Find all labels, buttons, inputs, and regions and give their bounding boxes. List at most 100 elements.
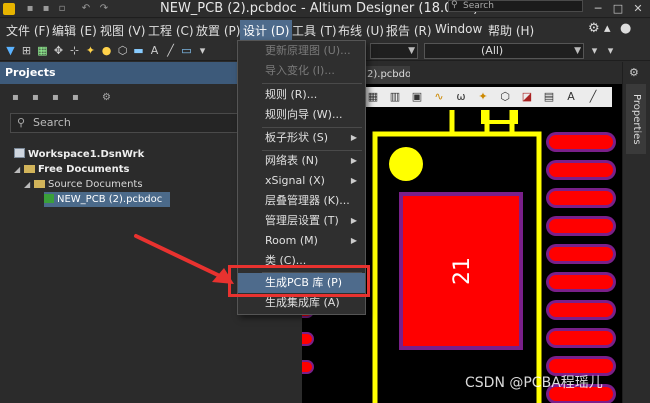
menu-rules[interactable]: 规则 (R)... <box>238 85 365 105</box>
folder-icon <box>34 180 45 188</box>
submenu-arrow-icon: ▶ <box>350 156 357 165</box>
line-icon[interactable]: ╱ <box>586 89 600 104</box>
search-placeholder: Search <box>463 1 494 11</box>
project-settings-icon[interactable]: ⚙ <box>102 92 114 104</box>
text-icon[interactable]: A <box>148 44 161 57</box>
menu-route[interactable]: 布线 (U) <box>338 22 384 39</box>
submenu-arrow-icon: ▶ <box>350 216 357 225</box>
maximize-button[interactable]: □ <box>608 0 628 18</box>
select-icon[interactable]: ▦ <box>36 44 49 57</box>
toggle-icon[interactable]: ▾ <box>588 44 601 57</box>
save-all-icon[interactable]: ▪ <box>40 3 52 15</box>
menu-window[interactable]: Window <box>435 22 482 36</box>
view-icon[interactable]: ▾ <box>604 44 617 57</box>
menu-manage-layer-sets[interactable]: 管理层设置 (T) ▶ <box>238 211 365 231</box>
menu-bar: 文件 (F) 编辑 (E) 视图 (V) 工程 (C) 放置 (P) 设计 (D… <box>0 19 650 41</box>
menu-xsignal[interactable]: xSignal (X) ▶ <box>238 171 365 191</box>
projects-search-placeholder: Search <box>33 116 71 129</box>
place-via-icon[interactable]: ● <box>100 44 113 57</box>
align-icon[interactable]: ⊹ <box>68 44 81 57</box>
global-search-input[interactable]: ⚲ Search <box>448 0 583 12</box>
minimize-button[interactable]: ─ <box>588 0 608 18</box>
diff-pair-icon[interactable]: ω <box>454 89 468 104</box>
submenu-arrow-icon: ▶ <box>350 236 357 245</box>
menu-reports[interactable]: 报告 (R) <box>386 22 432 39</box>
submenu-arrow-icon: ▶ <box>350 176 357 185</box>
document-tab[interactable]: 2).pcbdoc <box>364 66 410 84</box>
keepout-icon[interactable]: ◪ <box>520 89 534 104</box>
save-icon[interactable]: ▪ <box>24 3 36 15</box>
open-icon[interactable]: ▫ <box>56 3 68 15</box>
filter-icon[interactable]: ▼ <box>4 44 17 57</box>
submenu-arrow-icon: ▶ <box>350 133 357 142</box>
search-icon: ⚲ <box>451 0 458 10</box>
menu-update-schematic[interactable]: 更新原理图 (U)... <box>238 41 365 61</box>
pad-designator: 21 <box>450 257 475 285</box>
watermark: CSDN @PCBA程瑶儿 <box>465 375 603 391</box>
menu-edit[interactable]: 编辑 (E) <box>52 22 97 39</box>
menu-project[interactable]: 工程 (C) <box>148 22 194 39</box>
more-tools-icon[interactable]: ▾ <box>196 44 209 57</box>
component-icon[interactable]: ▣ <box>410 89 424 104</box>
dimension-icon[interactable]: ▤ <box>542 89 556 104</box>
menu-design[interactable]: 设计 (D) <box>240 20 293 41</box>
notifications-icon[interactable]: ▴ <box>604 21 611 36</box>
workspace-icon <box>14 148 25 158</box>
tree-free-documents[interactable]: ◢ Free Documents <box>14 162 129 177</box>
bar-chart-icon[interactable]: ▥ <box>388 89 402 104</box>
redo-icon[interactable]: ↷ <box>98 3 110 15</box>
tree-workspace[interactable]: Workspace1.DsnWrk <box>14 147 144 162</box>
place-component-icon[interactable]: ✦ <box>84 44 97 57</box>
open-folder-icon[interactable]: ▪ <box>52 92 64 104</box>
close-button[interactable]: ✕ <box>628 0 648 18</box>
panels-gear-icon[interactable]: ⚙ <box>629 66 639 79</box>
annotation-arrow-icon <box>134 234 234 284</box>
menu-help[interactable]: 帮助 (H) <box>488 22 534 39</box>
menu-layer-stack-manager[interactable]: 层叠管理器 (K)... <box>238 191 365 211</box>
chevron-down-icon: ▼ <box>408 46 415 56</box>
polygon-pour-icon[interactable]: ⬡ <box>498 89 512 104</box>
string-icon[interactable]: A <box>564 89 578 104</box>
line-icon[interactable]: ╱ <box>164 44 177 57</box>
select-region-icon[interactable]: ▦ <box>366 89 380 104</box>
search-icon: ⚲ <box>17 116 26 129</box>
menu-rules-wizard[interactable]: 规则向导 (W)... <box>238 105 365 125</box>
menu-board-shape[interactable]: 板子形状 (S) ▶ <box>238 128 365 148</box>
compile-icon[interactable]: ▪ <box>32 92 44 104</box>
route-icon[interactable]: ∿ <box>432 89 446 104</box>
app-logo-icon <box>3 3 15 15</box>
settings-gear-icon[interactable]: ⚙ <box>588 21 600 36</box>
save-project-icon[interactable]: ▪ <box>12 92 24 104</box>
tree-source-documents[interactable]: ◢ Source Documents <box>24 177 143 192</box>
properties-strip: ⚙ Properties <box>622 62 650 403</box>
undo-icon[interactable]: ↶ <box>80 3 92 15</box>
tree-pcb-document[interactable]: NEW_PCB (2).pcbdoc <box>44 192 171 207</box>
pcb-active-bar: ▦ ▥ ▣ ∿ ω ✦ ⬡ ◪ ▤ A ╱ <box>362 87 612 107</box>
move-icon[interactable]: ✥ <box>52 44 65 57</box>
net-filter-combo[interactable]: (All) ▼ <box>424 43 584 59</box>
menu-netlist[interactable]: 网络表 (N) ▶ <box>238 151 365 171</box>
window-title: NEW_PCB (2).pcbdoc - Altium Designer (18… <box>160 1 479 16</box>
right-pad-column <box>546 132 616 403</box>
menu-room[interactable]: Room (M) ▶ <box>238 231 365 251</box>
menu-file[interactable]: 文件 (F) <box>6 22 50 39</box>
fill-icon[interactable]: ▬ <box>132 44 145 57</box>
measure-icon[interactable]: ▭ <box>180 44 193 57</box>
expand-triangle-icon[interactable]: ◢ <box>24 177 34 192</box>
menu-view[interactable]: 视图 (V) <box>100 22 145 39</box>
zoom-icon[interactable]: ⊞ <box>20 44 33 57</box>
menu-import-changes[interactable]: 导入变化 (I)... <box>238 61 365 81</box>
folder-icon <box>24 165 35 173</box>
expand-triangle-icon[interactable]: ◢ <box>14 162 24 177</box>
menu-tools[interactable]: 工具 (T) <box>292 22 337 39</box>
title-bar: ▪ ▪ ▫ ↶ ↷ NEW_PCB (2).pcbdoc - Altium De… <box>0 0 650 18</box>
menu-place[interactable]: 放置 (P) <box>196 22 240 39</box>
properties-tab[interactable]: Properties <box>626 84 646 154</box>
user-icon[interactable]: ● <box>620 21 631 36</box>
chevron-down-icon: ▼ <box>574 46 581 56</box>
close-document-icon[interactable]: ▪ <box>72 92 84 104</box>
layer-combo[interactable]: ▼ <box>370 43 418 59</box>
net-filter-value: (All) <box>481 44 504 57</box>
via-icon[interactable]: ✦ <box>476 89 490 104</box>
polygon-icon[interactable]: ⬡ <box>116 44 129 57</box>
